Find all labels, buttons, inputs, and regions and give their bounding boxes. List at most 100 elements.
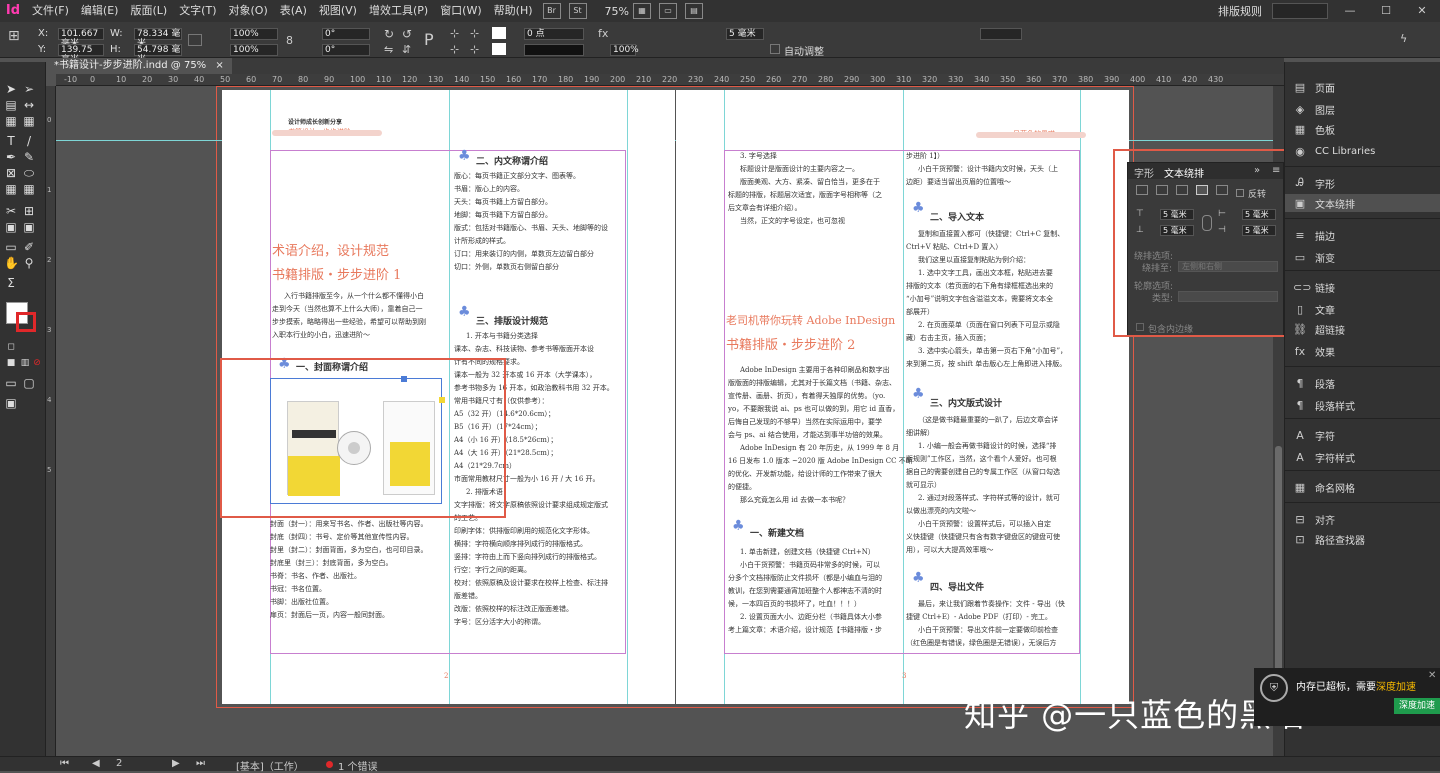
zoom-tool-icon[interactable]: ⚲ [22,256,36,270]
scale-x-field[interactable]: 100% [230,28,278,40]
content-collector-icon[interactable]: ▦ [4,114,18,128]
select-content-icon[interactable]: ⊹ [470,27,484,40]
scrollbar-thumb[interactable] [1275,446,1282,686]
horizontal-ruler[interactable]: -10 0 10 20 30 40 50 60 70 80 90 100 110 120 130 140 150… [56,74,1284,86]
opacity-field[interactable]: 100% [610,44,639,56]
menu-object[interactable]: 对象(O) [223,0,274,22]
effects-fx-icon[interactable]: fx [598,27,612,40]
apply-none-icon[interactable]: ⊘ [30,356,44,370]
x-field[interactable]: 101.667 毫米 [58,28,104,49]
stroke-color-icon[interactable] [16,312,36,332]
reference-point-icon[interactable]: ⊞ [8,28,28,50]
object-style-select[interactable] [980,28,1022,40]
prev-page-icon[interactable]: ◀ [92,758,100,769]
column-guide[interactable] [627,90,628,704]
stroke-type-select[interactable] [524,44,584,56]
selection-tool-icon[interactable]: ➤ [4,82,18,96]
gradient-swatch-tool-icon[interactable]: ▣ [4,220,18,234]
stroke-swatch-icon[interactable] [492,43,506,55]
close-tab-icon[interactable]: × [215,60,223,71]
apply-color-icon[interactable]: ■ [4,356,18,370]
screen-mode-toggle-icon[interactable]: ▣ [4,396,18,410]
dock-item-glyphs[interactable]: Ꭿ 字形 [1293,174,1335,192]
rotate-field[interactable]: 0° [322,28,370,40]
dock-item-named-grids[interactable]: ▦ 命名网格 [1293,478,1355,496]
select-container-icon[interactable]: ⊹ [450,27,464,40]
menu-layout[interactable]: 版面(L) [124,0,173,22]
h-field[interactable]: 54.798 毫米 [134,44,182,65]
dock-item-links[interactable]: ⊂⊃ 链接 [1293,278,1335,296]
pencil-tool-icon[interactable]: ✎ [22,150,36,164]
stroke-weight-field[interactable]: 0 点 [524,28,584,40]
dock-item-gradient[interactable]: ▭ 渐变 [1293,248,1335,266]
search-input[interactable] [1272,3,1328,19]
default-colors-icon[interactable]: ◻ [4,340,18,354]
y-field[interactable]: 139.75 毫米 [58,44,104,65]
dock-item-text-wrap[interactable]: ▣ 文本绕排 [1285,194,1440,212]
dock-item-pathfinder[interactable]: ⊡ 路径查找器 [1293,530,1365,548]
page-tool-icon[interactable]: ▤ [4,98,18,112]
gradient-feather-tool-icon[interactable]: ▣ [22,220,36,234]
view-options-icon[interactable]: ▦ [632,3,651,19]
p-rotation-icon[interactable]: P [424,30,438,50]
menu-window[interactable]: 窗口(W) [434,0,487,22]
pasteboard[interactable]: 设计师成长创新分享 书籍设计・步步进阶 术语介绍，设计规范 书籍排版・步步进阶 … [56,86,1284,756]
select-next-icon[interactable]: ⊹ [470,43,484,56]
workspace-select[interactable]: 排版规则 [1218,3,1262,19]
menu-type[interactable]: 文字(T) [173,0,222,22]
menu-view[interactable]: 视图(V) [313,0,363,22]
next-page-icon[interactable]: ▶ [172,758,180,769]
maximize-button[interactable]: ☐ [1368,0,1404,22]
dock-item-layers[interactable]: ◈ 图层 [1293,100,1335,118]
rectangle-frame-tool-icon[interactable]: ⊠ [4,166,18,180]
minimize-button[interactable]: — [1332,0,1368,22]
fill-swatch-icon[interactable] [492,27,506,39]
dock-item-effects[interactable]: fx 效果 [1293,342,1335,360]
auto-fit-checkbox[interactable] [770,44,780,54]
stock-button[interactable]: St [568,3,587,19]
w-field[interactable]: 78.334 毫米 [134,28,182,49]
shear-field[interactable]: 0° [322,44,370,56]
scale-y-field[interactable]: 100% [230,44,278,56]
page-number-field[interactable]: 2 [116,758,122,769]
menu-file[interactable]: 文件(F) [26,0,75,22]
dock-item-paragraph[interactable]: ¶ 段落 [1293,374,1336,392]
free-transform-tool-icon[interactable]: ⊞ [22,204,36,218]
deep-accelerate-button[interactable]: 深度加速 [1394,698,1440,714]
type-tool-icon[interactable]: T [4,134,18,148]
select-previous-icon[interactable]: ⊹ [450,43,464,56]
normal-mode-icon[interactable]: ▭ [4,376,18,390]
pen-tool-icon[interactable]: ✒ [4,150,18,164]
dock-item-align[interactable]: ⊟ 对齐 [1293,510,1335,528]
grid-tool-icon[interactable]: ▦ [4,182,18,196]
dock-item-pages[interactable]: ▤ 页面 [1293,78,1335,96]
dock-item-story[interactable]: ▯ 文章 [1293,300,1335,318]
rotate-ccw-icon[interactable]: ↺ [402,27,416,41]
scissors-tool-icon[interactable]: ✂ [4,204,18,218]
dock-item-swatches[interactable]: ▦ 色板 [1293,120,1335,138]
close-window-button[interactable]: ✕ [1404,0,1440,22]
hand-tool-icon[interactable]: ✋ [4,256,19,270]
page-3[interactable]: 一只蓝色的黑喵 3. 字号选择 标题设计是版面设计的主要内容之一。 版面美观、大… [676,90,1129,704]
first-page-icon[interactable]: ⏮ [60,758,69,769]
direct-selection-tool-icon[interactable]: ➢ [22,82,36,96]
sigma-icon[interactable]: Σ [4,276,18,290]
frame-grid-tool-icon[interactable]: ▦ [22,182,36,196]
rotate-cw-icon[interactable]: ↻ [384,27,398,41]
flip-horizontal-icon[interactable]: ⇋ [384,43,398,56]
frame-spacing-field[interactable]: 5 毫米 [726,28,764,40]
vertical-ruler[interactable]: 0 1 2 3 4 5 [46,86,56,756]
chain-link-icon[interactable]: 8 [286,34,300,47]
menu-edit[interactable]: 编辑(E) [75,0,125,22]
eyedropper-tool-icon[interactable]: ✐ [22,240,36,254]
dock-item-character[interactable]: A 字符 [1293,426,1335,444]
column-guide[interactable] [1080,90,1081,704]
preview-mode-icon[interactable]: ▢ [22,376,36,390]
last-page-icon[interactable]: ⏭ [196,758,205,769]
document-tab[interactable]: *书籍设计-步步进阶.indd @ 75% × [46,58,232,74]
menu-help[interactable]: 帮助(H) [488,0,539,22]
bridge-button[interactable]: Br [542,3,561,19]
dock-item-stroke[interactable]: ≡ 描边 [1293,226,1335,244]
menu-table[interactable]: 表(A) [274,0,313,22]
flip-vertical-icon[interactable]: ⇵ [402,43,416,56]
